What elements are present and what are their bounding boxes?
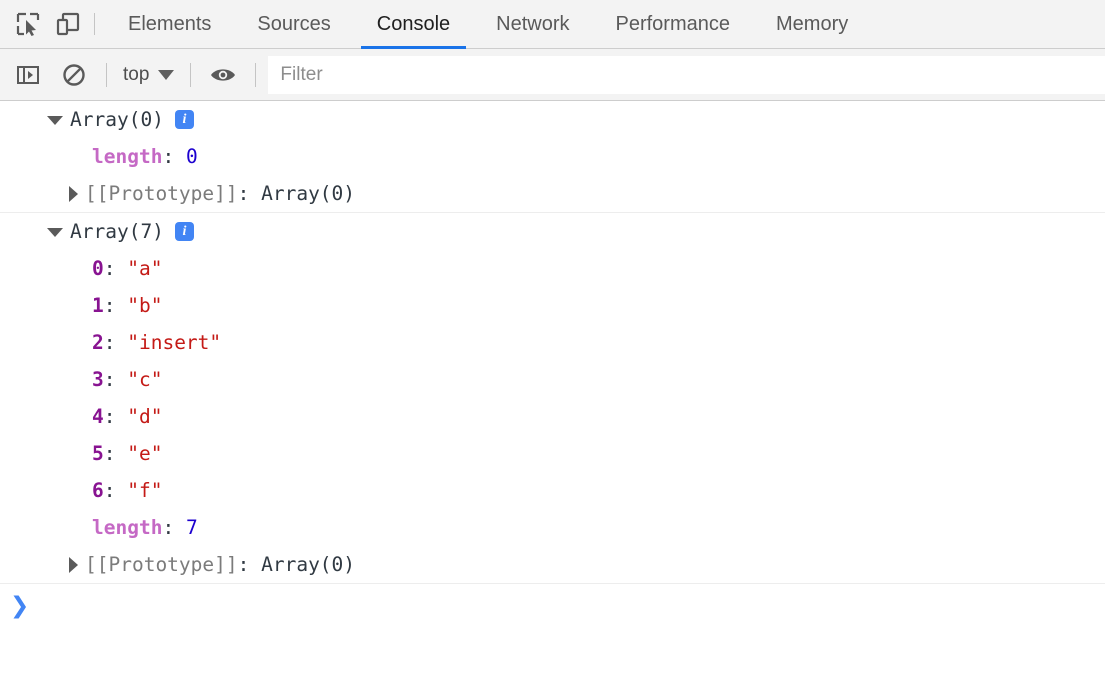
property-key: 4 xyxy=(92,405,104,428)
tab-label: Performance xyxy=(615,12,731,35)
tab-label: Network xyxy=(496,12,570,35)
console-message: Array(7) i 0: "a" 1: "b" 2: "insert" 3: … xyxy=(0,213,1105,584)
console-sidebar-toggle-icon[interactable] xyxy=(8,55,48,95)
object-preview-label: Array(7) xyxy=(70,220,164,243)
tab-network[interactable]: Network xyxy=(473,0,592,49)
property-row: 6: "f" xyxy=(0,472,1105,509)
chevron-down-icon xyxy=(158,69,175,80)
prototype-colon: : xyxy=(237,182,262,205)
property-value: 7 xyxy=(185,516,198,539)
property-row: 0: "a" xyxy=(0,250,1105,287)
property-colon: : xyxy=(103,294,128,317)
console-message: Array(0) i length: 0 [[Prototype]]: Arra… xyxy=(0,101,1105,213)
tab-console[interactable]: Console xyxy=(354,0,473,49)
property-colon: : xyxy=(103,331,128,354)
devtools-tabbar: Elements Sources Console Network Perform… xyxy=(0,0,1105,49)
property-row: length: 0 xyxy=(0,138,1105,175)
property-colon: : xyxy=(103,257,128,280)
filter-input[interactable] xyxy=(268,55,1105,94)
property-row: 5: "e" xyxy=(0,435,1105,472)
tab-memory[interactable]: Memory xyxy=(753,0,871,49)
property-colon: : xyxy=(103,405,128,428)
property-colon: : xyxy=(103,442,128,465)
property-value: "c" xyxy=(127,368,163,391)
toolbar-divider xyxy=(255,62,257,87)
triangle-collapsed-icon[interactable] xyxy=(69,556,78,573)
tab-label: Elements xyxy=(128,12,212,35)
property-key: length xyxy=(92,145,163,168)
property-key: 6 xyxy=(92,479,104,502)
property-row: length: 7 xyxy=(0,509,1105,546)
panel-tabs: Elements Sources Console Network Perform… xyxy=(105,0,871,49)
property-key: 0 xyxy=(92,257,104,280)
tab-label: Console xyxy=(376,12,451,35)
object-preview-label: Array(0) xyxy=(70,108,164,131)
tab-performance[interactable]: Performance xyxy=(593,0,754,49)
property-row: 1: "b" xyxy=(0,287,1105,324)
property-colon: : xyxy=(103,479,128,502)
property-value: "b" xyxy=(127,294,163,317)
prototype-row[interactable]: [[Prototype]]: Array(0) xyxy=(0,546,1105,583)
eye-icon[interactable] xyxy=(203,55,243,95)
execution-context-label: top xyxy=(123,63,150,85)
prototype-key: [[Prototype]] xyxy=(85,182,238,205)
property-value: "f" xyxy=(127,479,163,502)
prototype-colon: : xyxy=(237,553,262,576)
prototype-key: [[Prototype]] xyxy=(85,553,238,576)
toolbar-divider xyxy=(106,62,107,87)
property-colon: : xyxy=(162,516,186,539)
property-colon: : xyxy=(162,145,186,168)
property-key: 1 xyxy=(92,294,104,317)
prototype-value: Array(0) xyxy=(261,182,356,205)
console-toolbar: top xyxy=(0,49,1105,101)
prompt-chevron-icon: ❯ xyxy=(10,593,30,619)
device-toolbar-icon[interactable] xyxy=(48,4,88,44)
object-header-row[interactable]: Array(7) i xyxy=(0,213,1105,250)
prototype-row[interactable]: [[Prototype]]: Array(0) xyxy=(0,175,1105,212)
console-output: Array(0) i length: 0 [[Prototype]]: Arra… xyxy=(0,101,1105,629)
property-value: "d" xyxy=(127,405,163,428)
tab-label: Memory xyxy=(776,12,849,35)
toolbar-divider xyxy=(94,13,95,35)
tab-elements[interactable]: Elements xyxy=(105,0,234,49)
toolbar-divider xyxy=(190,62,192,87)
property-value: "a" xyxy=(127,257,163,280)
property-value: "insert" xyxy=(127,331,222,354)
property-value: "e" xyxy=(127,442,163,465)
property-key: 5 xyxy=(92,442,104,465)
property-row: 3: "c" xyxy=(0,361,1105,398)
property-colon: : xyxy=(103,368,128,391)
property-row: 4: "d" xyxy=(0,398,1105,435)
console-prompt[interactable]: ❯ xyxy=(0,584,1105,629)
property-key: 3 xyxy=(92,368,104,391)
inspect-element-icon[interactable] xyxy=(8,4,48,44)
tab-label: Sources xyxy=(257,12,331,35)
property-key: length xyxy=(92,516,163,539)
property-key: 2 xyxy=(92,331,104,354)
prototype-value: Array(0) xyxy=(261,553,356,576)
info-badge-icon[interactable]: i xyxy=(174,110,194,129)
info-badge-icon[interactable]: i xyxy=(174,222,194,241)
triangle-expanded-icon[interactable] xyxy=(47,116,63,125)
triangle-expanded-icon[interactable] xyxy=(47,228,63,237)
tab-sources[interactable]: Sources xyxy=(234,0,353,49)
triangle-collapsed-icon[interactable] xyxy=(69,185,78,202)
property-row: 2: "insert" xyxy=(0,324,1105,361)
clear-console-icon[interactable] xyxy=(54,55,94,95)
object-header-row[interactable]: Array(0) i xyxy=(0,101,1105,138)
property-value: 0 xyxy=(185,145,198,168)
execution-context-selector[interactable]: top xyxy=(119,64,178,86)
